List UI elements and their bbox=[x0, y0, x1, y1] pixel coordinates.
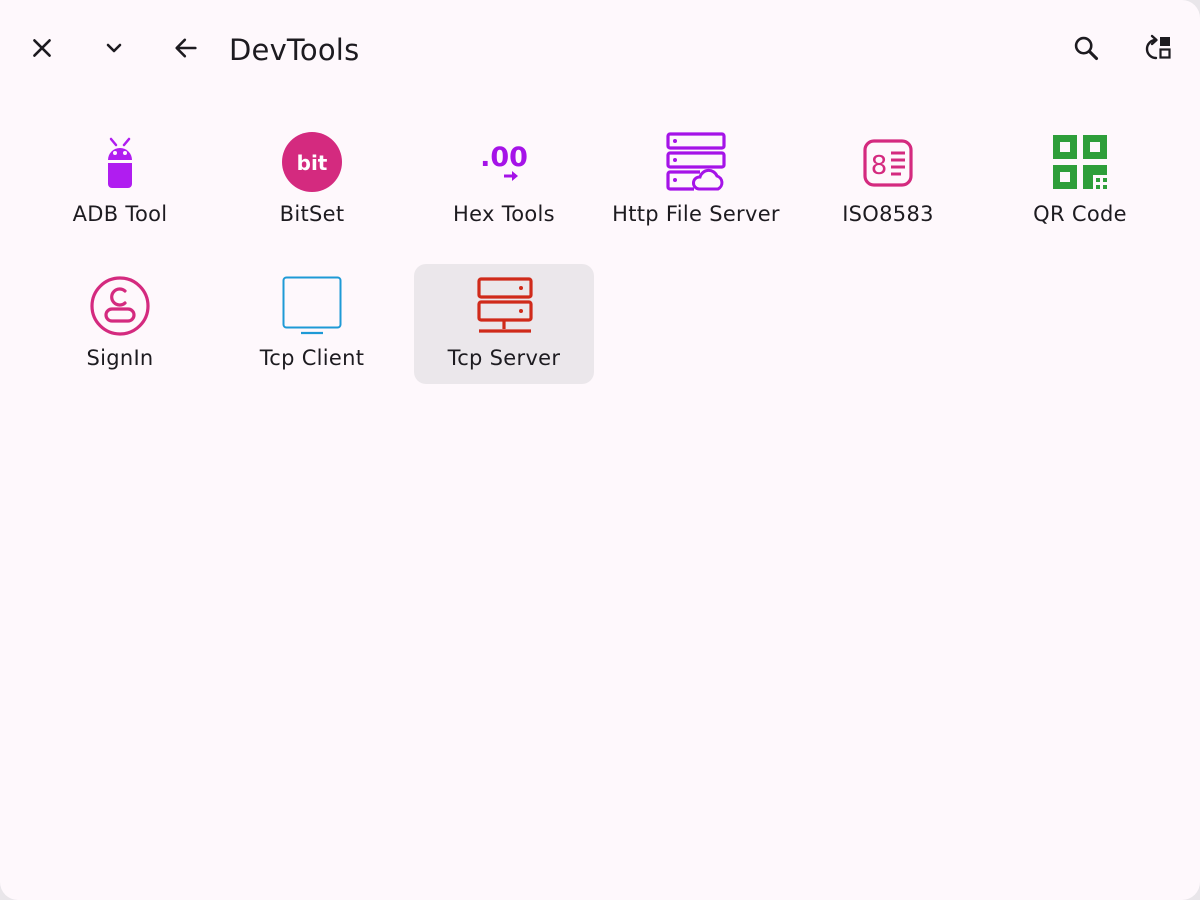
svg-text:8: 8 bbox=[871, 151, 888, 181]
cloud-server-icon bbox=[666, 132, 726, 192]
switch-layout-button[interactable] bbox=[1134, 24, 1182, 72]
tool-tile-tcp-server[interactable]: Tcp Server bbox=[414, 264, 594, 384]
monitor-icon bbox=[282, 276, 342, 336]
iso-card-icon: 8 bbox=[858, 132, 918, 192]
bit-icon: bit bbox=[282, 132, 342, 192]
android-icon bbox=[90, 132, 150, 192]
close-icon bbox=[33, 39, 51, 57]
tool-tile-signin[interactable]: SignIn bbox=[30, 264, 210, 384]
top-app-bar: DevTools bbox=[0, 0, 1200, 96]
tool-tile-adb-tool[interactable]: ADB Tool bbox=[30, 120, 210, 240]
tool-label: Http File Server bbox=[612, 202, 780, 226]
tool-tile-tcp-client[interactable]: Tcp Client bbox=[222, 264, 402, 384]
search-button[interactable] bbox=[1062, 24, 1110, 72]
dropdown-button[interactable] bbox=[90, 24, 138, 72]
svg-text:.00: .00 bbox=[480, 142, 528, 173]
tool-label: SignIn bbox=[86, 346, 154, 370]
tool-label: Tcp Server bbox=[447, 346, 561, 370]
back-button[interactable] bbox=[162, 24, 210, 72]
tool-label: Hex Tools bbox=[453, 202, 555, 226]
tool-label: QR Code bbox=[1033, 202, 1127, 226]
page-title: DevTools bbox=[229, 33, 360, 67]
chevron-down-icon bbox=[106, 43, 122, 53]
tool-tile-iso8583[interactable]: 8 ISO8583 bbox=[798, 120, 978, 240]
tool-label: BitSet bbox=[279, 202, 345, 226]
arrow-back-icon bbox=[175, 38, 197, 58]
server-icon bbox=[474, 276, 534, 336]
tool-label: ISO8583 bbox=[842, 202, 934, 226]
tool-tile-qr-code[interactable]: QR Code bbox=[990, 120, 1170, 240]
app-window: DevTools ADB Tool bit BitSet .00 Hex Too… bbox=[0, 0, 1200, 900]
tool-label: Tcp Client bbox=[259, 346, 365, 370]
decimal-hex-icon: .00 bbox=[474, 132, 534, 192]
tool-tile-bitset[interactable]: bit BitSet bbox=[222, 120, 402, 240]
close-button[interactable] bbox=[18, 24, 66, 72]
sign-in-icon bbox=[90, 276, 150, 336]
tool-tile-hex-tools[interactable]: .00 Hex Tools bbox=[414, 120, 594, 240]
search-icon bbox=[1074, 36, 1099, 61]
tool-label: ADB Tool bbox=[72, 202, 168, 226]
switch-layout-icon bbox=[1145, 34, 1171, 60]
svg-text:bit: bit bbox=[297, 151, 328, 175]
qr-code-icon bbox=[1050, 132, 1110, 192]
tool-tile-http-file-server[interactable]: Http File Server bbox=[606, 120, 786, 240]
